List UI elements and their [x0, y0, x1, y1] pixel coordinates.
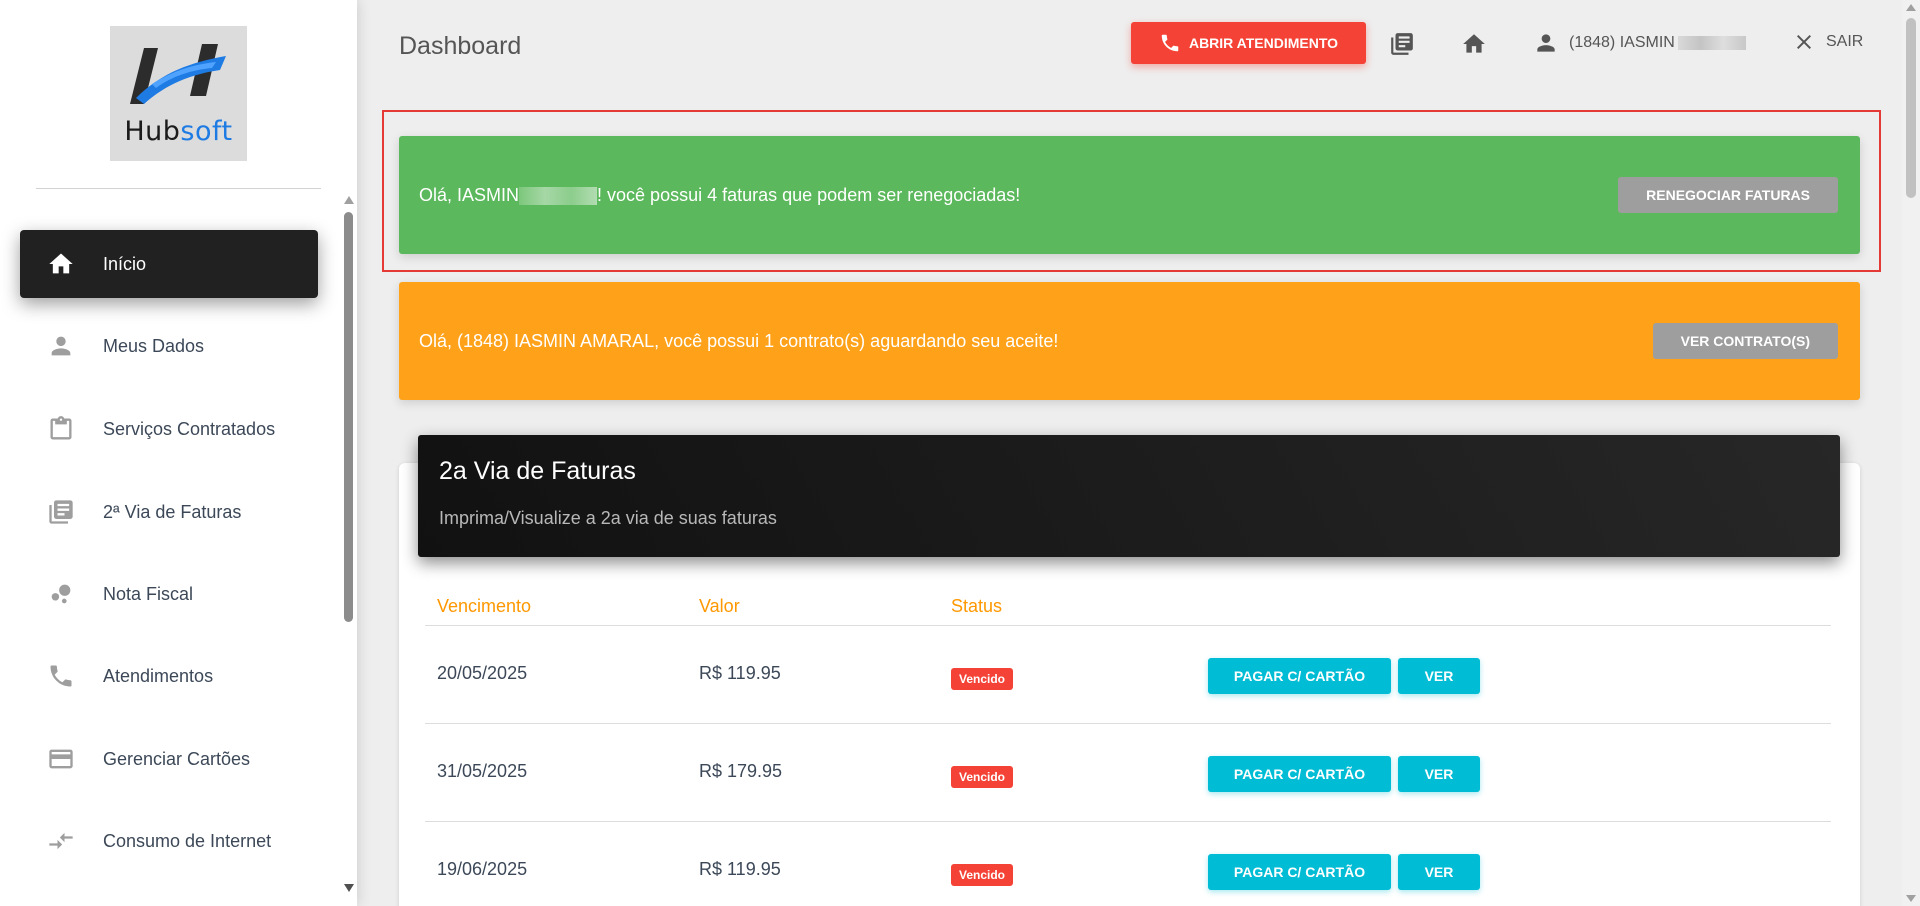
status-badge: Vencido	[951, 668, 1014, 690]
logo-mark-icon	[130, 44, 226, 104]
pagar-cartao-button[interactable]: PAGAR C/ CARTÃO	[1208, 658, 1391, 694]
abrir-atendimento-label: ABRIR ATENDIMENTO	[1188, 35, 1339, 51]
sidebar-item-label: Serviços Contratados	[103, 418, 276, 439]
home-icon[interactable]	[1459, 29, 1489, 59]
sidebar-divider	[36, 188, 321, 189]
column-header-vencimento: Vencimento	[437, 596, 532, 616]
person-icon	[46, 331, 76, 361]
status-badge: Vencido	[951, 766, 1014, 788]
table-row: 19/06/2025 R$ 119.95 Vencido PAGAR C/ CA…	[425, 822, 1831, 906]
scrollbar-thumb[interactable]	[1906, 18, 1916, 198]
scroll-up-arrow-icon[interactable]	[344, 196, 354, 204]
home-icon	[46, 249, 76, 279]
column-header-valor: Valor	[699, 596, 740, 616]
sidebar-item-label: Meus Dados	[103, 335, 205, 356]
status-badge: Vencido	[951, 864, 1014, 886]
user-menu[interactable]: (1848) IASMIN	[1533, 30, 1746, 56]
contrato-alert: Olá, (1848) IASMIN AMARAL, você possui 1…	[399, 282, 1860, 400]
faturas-table: Vencimento Valor Status 20/05/2025 R$ 11…	[425, 582, 1831, 906]
clipboard-icon	[46, 414, 76, 444]
sidebar-item-atendimentos[interactable]: Atendimentos	[20, 642, 318, 710]
library-books-icon	[46, 497, 76, 527]
redacted-name	[519, 186, 598, 205]
renegociar-alert-text: Olá, IASMIN! você possui 4 faturas que p…	[419, 184, 1021, 205]
close-icon	[1797, 35, 1811, 49]
sidebar-item-nota-fiscal[interactable]: Nota Fiscal	[20, 560, 318, 628]
hubsoft-logo[interactable]: Hubsoft	[110, 26, 247, 161]
column-header-status: Status	[951, 596, 1003, 616]
sidebar-item-2via-faturas[interactable]: 2ª Via de Faturas	[20, 478, 318, 546]
scroll-up-arrow-icon[interactable]	[1906, 4, 1916, 11]
valor-cell: R$ 179.95	[699, 761, 783, 781]
sidebar-item-label: Nota Fiscal	[103, 583, 194, 604]
ver-fatura-button[interactable]: VER	[1398, 658, 1480, 694]
main-content: Dashboard ABRIR ATENDIMENTO (1848) IASMI…	[357, 0, 1902, 906]
topbar: Dashboard ABRIR ATENDIMENTO (1848) IASMI…	[357, 0, 1902, 92]
sidebar-item-consumo-internet[interactable]: Consumo de Internet	[20, 807, 318, 875]
person-icon	[1537, 34, 1555, 52]
valor-cell: R$ 119.95	[699, 859, 781, 879]
sidebar-item-servicos-contratados[interactable]: Serviços Contratados	[20, 395, 318, 463]
faturas-card-header: 2a Via de Faturas Imprima/Visualize a 2a…	[418, 435, 1840, 557]
abrir-atendimento-button[interactable]: ABRIR ATENDIMENTO	[1131, 22, 1366, 64]
sidebar-item-gerenciar-cartoes[interactable]: Gerenciar Cartões	[20, 725, 318, 793]
pagar-cartao-button[interactable]: PAGAR C/ CARTÃO	[1208, 756, 1391, 792]
sidebar-item-meus-dados[interactable]: Meus Dados	[20, 312, 318, 380]
scroll-down-arrow-icon[interactable]	[1906, 895, 1916, 902]
sidebar-scrollbar[interactable]	[340, 190, 357, 892]
compare-arrows-icon	[46, 826, 76, 856]
vencimento-cell: 31/05/2025	[437, 761, 528, 781]
sair-button[interactable]: SAIR	[1792, 30, 1863, 54]
page-scrollbar[interactable]	[1902, 0, 1920, 906]
user-name: (1848) IASMIN	[1569, 34, 1675, 51]
sidebar-item-label: Início	[103, 253, 147, 274]
sair-label: SAIR	[1826, 33, 1864, 50]
table-header: Vencimento Valor Status	[425, 582, 1831, 626]
ver-fatura-button[interactable]: VER	[1398, 854, 1480, 890]
valor-cell: R$ 119.95	[699, 663, 781, 683]
faturas-shortcut-icon[interactable]	[1387, 29, 1417, 59]
renegociar-faturas-button[interactable]: RENEGOCIAR FATURAS	[1618, 177, 1838, 213]
sidebar-item-inicio[interactable]: Início	[20, 230, 318, 298]
vencimento-cell: 20/05/2025	[437, 663, 528, 683]
ver-fatura-button[interactable]: VER	[1398, 756, 1480, 792]
scroll-down-arrow-icon[interactable]	[344, 884, 354, 892]
bubble-chart-icon	[46, 579, 76, 609]
faturas-card-subtitle: Imprima/Visualize a 2a via de suas fatur…	[439, 508, 777, 528]
sidebar: Hubsoft Início Meus Dados Serviços Contr…	[0, 0, 357, 906]
pagar-cartao-button[interactable]: PAGAR C/ CARTÃO	[1208, 854, 1391, 890]
table-row: 20/05/2025 R$ 119.95 Vencido PAGAR C/ CA…	[425, 626, 1831, 724]
scrollbar-thumb[interactable]	[344, 212, 353, 622]
redacted-name	[1677, 36, 1746, 50]
phone-icon	[1161, 34, 1179, 52]
sidebar-item-label: Consumo de Internet	[103, 830, 272, 851]
contrato-alert-text: Olá, (1848) IASMIN AMARAL, você possui 1…	[419, 330, 1059, 351]
sidebar-item-label: Atendimentos	[103, 665, 214, 686]
renegociar-alert: Olá, IASMIN! você possui 4 faturas que p…	[399, 136, 1860, 254]
phone-icon	[46, 661, 76, 691]
vencimento-cell: 19/06/2025	[437, 859, 528, 879]
ver-contratos-button[interactable]: VER CONTRATO(S)	[1652, 323, 1838, 359]
logo-text: Hubsoft	[124, 116, 233, 147]
faturas-card-title: 2a Via de Faturas	[439, 457, 636, 485]
page-title: Dashboard	[399, 32, 522, 60]
credit-card-icon	[46, 744, 76, 774]
sidebar-item-label: Gerenciar Cartões	[103, 748, 251, 769]
sidebar-item-label: 2ª Via de Faturas	[103, 501, 242, 522]
table-row: 31/05/2025 R$ 179.95 Vencido PAGAR C/ CA…	[425, 724, 1831, 822]
